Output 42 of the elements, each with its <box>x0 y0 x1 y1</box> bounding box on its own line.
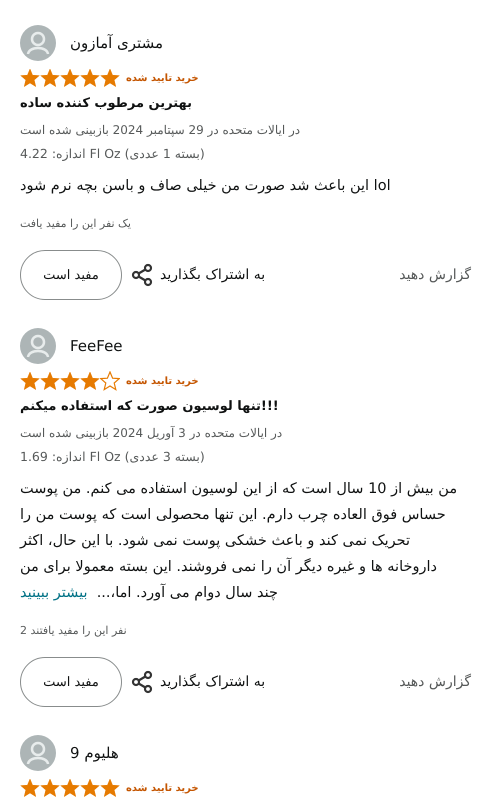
reviewer-name: مشتری آمازون <box>70 34 164 52</box>
helpful-button[interactable]: مفید است <box>20 250 122 300</box>
share-button[interactable]: به اشتراک بگذارید <box>122 263 266 287</box>
verified-purchase-label: خرید تایید شده <box>126 72 199 84</box>
avatar-icon <box>20 25 56 61</box>
see-more-link[interactable]: بیشتر ببینید <box>20 585 88 601</box>
helpful-button[interactable]: مفید است <box>20 657 122 707</box>
filled-star-icon <box>20 371 40 391</box>
review-date: در ایالات متحده در 29 سپتامبر 2024 بازبینی شده است <box>20 123 302 137</box>
filled-star-icon <box>40 371 60 391</box>
filled-star-icon <box>100 778 120 798</box>
review-text: من بیش از 10 سال است که از این لوسیون استفاده می کنم. من پوست حساس فوق العاده چرب دارم. این تنها محصولی است که پوست من را تحریک نمی کند و باعث خشکی پوست نمی شود. با این حال، اکثر داروخانه ها و غیره دیگر آن را نمی فروشند. این بسته معمولا برای من چند سال دوام می آورد. اما،... بیشتر ببینید <box>20 480 458 603</box>
filled-star-icon <box>80 371 100 391</box>
review-title: بهترین مرطوب کننده ساده <box>20 96 193 111</box>
avatar-icon <box>20 328 56 364</box>
reviewer-name: FeeFee <box>70 337 123 355</box>
verified-purchase-label: خرید تایید شده <box>126 782 199 794</box>
filled-star-icon <box>60 778 80 798</box>
helpful-count: 2 نفر این را مفید یافتند <box>20 624 128 637</box>
filled-star-icon <box>60 68 80 88</box>
product-variant: اندازه: 4.22 Fl Oz (بسته 1 عددی) <box>20 146 206 161</box>
product-variant: اندازه: 1.69 Fl Oz (بسته 3 عددی) <box>20 449 206 464</box>
share-icon <box>130 670 154 694</box>
filled-star-icon <box>20 778 40 798</box>
filled-star-icon <box>80 778 100 798</box>
avatar-icon <box>20 735 56 771</box>
share-button[interactable]: به اشتراک بگذارید <box>122 670 266 694</box>
filled-star-icon <box>40 778 60 798</box>
share-icon <box>130 263 154 287</box>
verified-purchase-label: خرید تایید شده <box>126 376 199 386</box>
filled-star-icon <box>80 68 100 88</box>
reviewer-name: هلیوم 9 <box>70 744 119 762</box>
review-text: این باعث شد صورت من خیلی صاف و باسن بچه نرم شود lol <box>20 177 392 196</box>
report-link[interactable]: گزارش دهید <box>399 267 471 283</box>
report-link[interactable]: گزارش دهید <box>399 674 471 690</box>
helpful-count: یک نفر این را مفید یافت <box>20 217 132 230</box>
review-date: در ایالات متحده در 3 آوریل 2024 بازبینی شده است <box>20 426 284 440</box>
review-title: تنها لوسیون صورت که استفاده میکنم!!! <box>20 399 280 414</box>
filled-star-icon <box>100 68 120 88</box>
filled-star-icon <box>40 68 60 88</box>
filled-star-icon <box>60 371 80 391</box>
filled-star-icon <box>20 68 40 88</box>
